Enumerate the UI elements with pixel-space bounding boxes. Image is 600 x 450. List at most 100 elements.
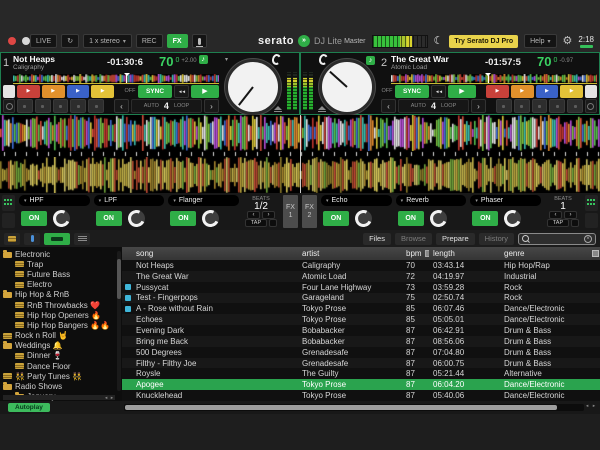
track-overview-waveform[interactable] — [391, 74, 597, 83]
fx-slot-dropdown[interactable]: ▾LPF — [94, 195, 165, 206]
fx-depth-knob[interactable] — [504, 210, 521, 227]
scroll-left-icon[interactable]: ◄ — [104, 395, 108, 400]
hot-cue-pad-2[interactable]: ▶ — [42, 85, 65, 99]
sidebar-item-hip-hop-rnb[interactable]: Hip Hop & RnB — [3, 290, 116, 300]
table-row[interactable]: 500 DegreesGrenadesafe8707:04.80Drum & B… — [122, 347, 600, 358]
beats-decrease-button[interactable]: ‹ — [247, 211, 260, 219]
fx-depth-knob[interactable] — [128, 210, 145, 227]
mic-panel-button[interactable] — [24, 233, 40, 245]
performance-pad-3[interactable] — [53, 99, 69, 113]
sidebar-item-hip-hop-openers[interactable]: Hip Hop Openers 🔥 — [3, 310, 116, 320]
sync-off-label[interactable]: OFF — [381, 88, 393, 94]
table-row[interactable]: EchoesTokyo Prose8505:05.01Dance/Electro… — [122, 314, 600, 325]
sync-off-label[interactable]: OFF — [124, 88, 136, 94]
add-crate-button[interactable] — [4, 233, 20, 245]
headphone-cue-icon[interactable] — [319, 54, 328, 65]
browse-button[interactable]: Browse — [395, 233, 432, 245]
hot-cue-pad-1[interactable]: ▶ — [17, 85, 40, 99]
loop-double-button[interactable]: › — [471, 99, 486, 113]
search-input[interactable] — [532, 235, 581, 242]
hot-cue-pad-3[interactable]: ▶ — [536, 85, 559, 99]
beats-increase-button[interactable]: › — [262, 211, 275, 219]
fx-depth-knob[interactable] — [53, 210, 70, 227]
live-button[interactable]: LIVE — [30, 34, 57, 48]
hot-cue-pad-4[interactable]: ▶ — [560, 85, 583, 99]
table-row[interactable]: RoysleThe Guilty8705:21.44Alternative — [122, 368, 600, 379]
sidebar-item-weddings[interactable]: Weddings 🔔 — [3, 341, 116, 351]
fx-toggle-button[interactable]: FX — [167, 34, 188, 48]
fx-on-button[interactable]: ON — [96, 211, 122, 226]
sidebar-item-rock-n-roll[interactable]: Rock n Roll 🤘 — [3, 331, 116, 341]
chevron-down-icon[interactable]: ▾ — [225, 56, 228, 63]
fx-slot-dropdown[interactable]: ▾Phaser — [470, 195, 541, 206]
jog-wheel[interactable] — [225, 59, 281, 115]
sidebar-item-electro[interactable]: Electro — [3, 280, 116, 290]
fx-on-button[interactable]: ON — [398, 211, 424, 226]
fx-slot-dropdown[interactable]: ▾Flanger — [168, 195, 239, 206]
performance-pad-5[interactable] — [567, 99, 583, 113]
night-mode-icon[interactable]: ☾ — [434, 36, 444, 47]
loop-half-button[interactable]: ‹ — [381, 99, 396, 113]
scroll-right-icon[interactable]: ► — [592, 403, 596, 408]
scroll-right-icon[interactable]: ► — [110, 395, 114, 400]
table-row[interactable]: Filthy - Filthy JoeGrenadesafe8706:00.75… — [122, 358, 600, 369]
tap-reset-button[interactable] — [269, 219, 277, 227]
play-button[interactable]: ▶ — [191, 85, 219, 99]
hot-cue-pad-1[interactable]: ▶ — [486, 85, 509, 99]
sidebar-item-dinner[interactable]: Dinner 🍷 — [3, 351, 116, 361]
hot-cue-pad-3[interactable]: ▶ — [67, 85, 90, 99]
autoplay-button[interactable]: Autoplay — [8, 403, 50, 412]
sidebar-item-party-tunes[interactable]: 👯 Party Tunes 👯 — [3, 371, 116, 381]
auto-loop-control[interactable]: AUTO 4 LOOP — [398, 99, 469, 113]
previous-track-button[interactable]: ◄◄ — [431, 85, 446, 99]
fx-slot-dropdown[interactable]: ▾Reverb — [396, 195, 467, 206]
fx-2-tab[interactable]: FX2 — [302, 195, 317, 228]
settings-gear-icon[interactable]: ⚙ — [563, 36, 573, 47]
fx-collapse-button[interactable] — [585, 213, 598, 229]
list-view-button[interactable] — [74, 233, 90, 245]
performance-pad-4[interactable] — [549, 99, 565, 113]
loop-indicator-pad[interactable] — [585, 99, 597, 113]
beats-increase-button[interactable]: › — [564, 211, 577, 219]
fx-on-button[interactable]: ON — [472, 211, 498, 226]
column-header-genre[interactable]: genre — [500, 249, 591, 258]
performance-pad-2[interactable] — [514, 99, 530, 113]
sidebar-item-dance-floor[interactable]: Dance Floor — [3, 361, 116, 371]
performance-pad-3[interactable] — [532, 99, 548, 113]
performance-pad-1[interactable] — [496, 99, 512, 113]
column-header-artist[interactable]: artist — [298, 249, 402, 258]
column-header-bpm[interactable]: bpm — [402, 249, 429, 258]
fx-depth-knob[interactable] — [202, 210, 219, 227]
eject-icon[interactable] — [318, 106, 326, 113]
help-dropdown[interactable]: Help▾ — [524, 34, 556, 48]
performance-pad-2[interactable] — [35, 99, 51, 113]
scroll-left-icon[interactable]: ◄ — [585, 403, 589, 408]
fx-depth-knob[interactable] — [430, 210, 447, 227]
sidebar-vertical-scrollbar[interactable] — [117, 251, 121, 391]
files-button[interactable]: Files — [363, 233, 391, 245]
fx-on-button[interactable]: ON — [21, 211, 47, 226]
table-row[interactable]: Not HeapsCaligraphy7003:43.14Hip Hop/Rap — [122, 260, 600, 271]
keylock-icon[interactable]: ♪ — [366, 56, 375, 65]
fx-on-button[interactable]: ON — [170, 211, 196, 226]
column-header-song[interactable]: song — [122, 249, 298, 258]
fx-depth-knob[interactable] — [355, 210, 372, 227]
fx-collapse-button[interactable] — [2, 213, 15, 229]
clear-search-icon[interactable]: × — [584, 235, 592, 243]
column-options-button[interactable] — [591, 250, 600, 257]
cue-monitor-pad[interactable] — [585, 85, 597, 99]
rec-button[interactable]: REC — [136, 34, 163, 48]
cue-monitor-pad[interactable] — [3, 85, 15, 99]
sidebar-item-electronic[interactable]: Electronic — [3, 249, 116, 259]
table-horizontal-scrollbar[interactable] — [124, 404, 584, 411]
sync-button[interactable]: SYNC — [138, 85, 172, 99]
hot-cue-pad-2[interactable]: ▶ — [511, 85, 534, 99]
table-row[interactable]: Test - FingerpopsGarageland7502:50.74Roc… — [122, 293, 600, 304]
hot-cue-pad-4[interactable]: ▶ — [91, 85, 114, 99]
try-serato-dj-pro-button[interactable]: Try Serato DJ Pro — [449, 35, 518, 48]
fx-1-tab[interactable]: FX1 — [283, 195, 298, 228]
loop-half-button[interactable]: ‹ — [114, 99, 129, 113]
play-button[interactable]: ▶ — [448, 85, 476, 99]
eject-icon[interactable] — [274, 106, 282, 113]
loop-record-icon[interactable]: ↻ — [61, 34, 79, 48]
